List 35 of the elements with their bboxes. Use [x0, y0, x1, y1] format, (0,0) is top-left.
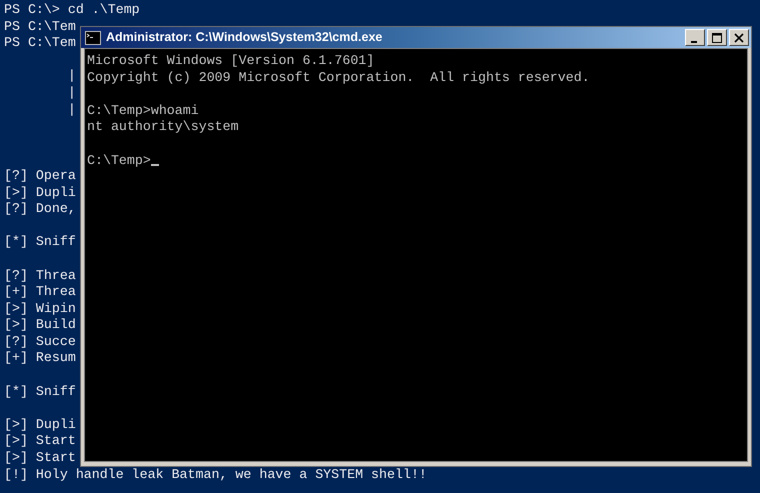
console-line: [?] Succe — [4, 334, 76, 350]
command-prompt: C:\Temp> — [87, 152, 151, 170]
close-button[interactable] — [729, 29, 749, 46]
console-line: [+] Threa — [4, 284, 76, 301]
console-line: C:\Temp>whoami — [87, 102, 199, 120]
console-line: PS C:\> cd .\Temp — [4, 2, 140, 19]
console-line: [?] Done, — [4, 201, 76, 218]
console-line: [?] Opera — [4, 168, 76, 185]
console-line: [?] Threa — [4, 268, 76, 284]
console-line: PS C:\Tem — [4, 35, 76, 52]
minimize-icon — [690, 40, 696, 42]
console-line: PS C:\Tem — [4, 18, 76, 36]
console-line: [>] Wipin — [4, 300, 76, 318]
console-line: [*] Sniff — [4, 384, 76, 400]
console-line: | — [68, 84, 76, 102]
maximize-icon — [712, 32, 722, 42]
console-line: [>] Build — [4, 317, 76, 334]
console-icon — [85, 30, 101, 44]
console-line: [>] Dupli — [4, 184, 76, 202]
console-line: nt authority\system — [87, 119, 239, 136]
minimize-button[interactable] — [685, 29, 705, 46]
console-line: | — [68, 102, 76, 118]
console-line: [>] Dupli — [4, 416, 76, 434]
console-line: [!] Holy handle leak Batman, we have a SYSTEM shell!! — [4, 466, 427, 484]
console-line: | — [68, 68, 76, 85]
console-line: [+] Resum — [4, 350, 76, 368]
console-line: Copyright (c) 2009 Microsoft Corporation. All rights reserved. — [87, 70, 590, 86]
window-title: Administrator: C:\Windows\System32\cmd.exe — [106, 29, 382, 46]
console-line: [>] Start — [4, 450, 76, 467]
console-line: [*] Sniff — [4, 234, 76, 251]
close-icon — [734, 32, 744, 42]
text-cursor — [150, 164, 159, 166]
console-line: [>] Start — [4, 433, 76, 450]
console-line: Microsoft Windows [Version 6.1.7601] — [87, 53, 374, 70]
maximize-button[interactable] — [707, 29, 727, 46]
